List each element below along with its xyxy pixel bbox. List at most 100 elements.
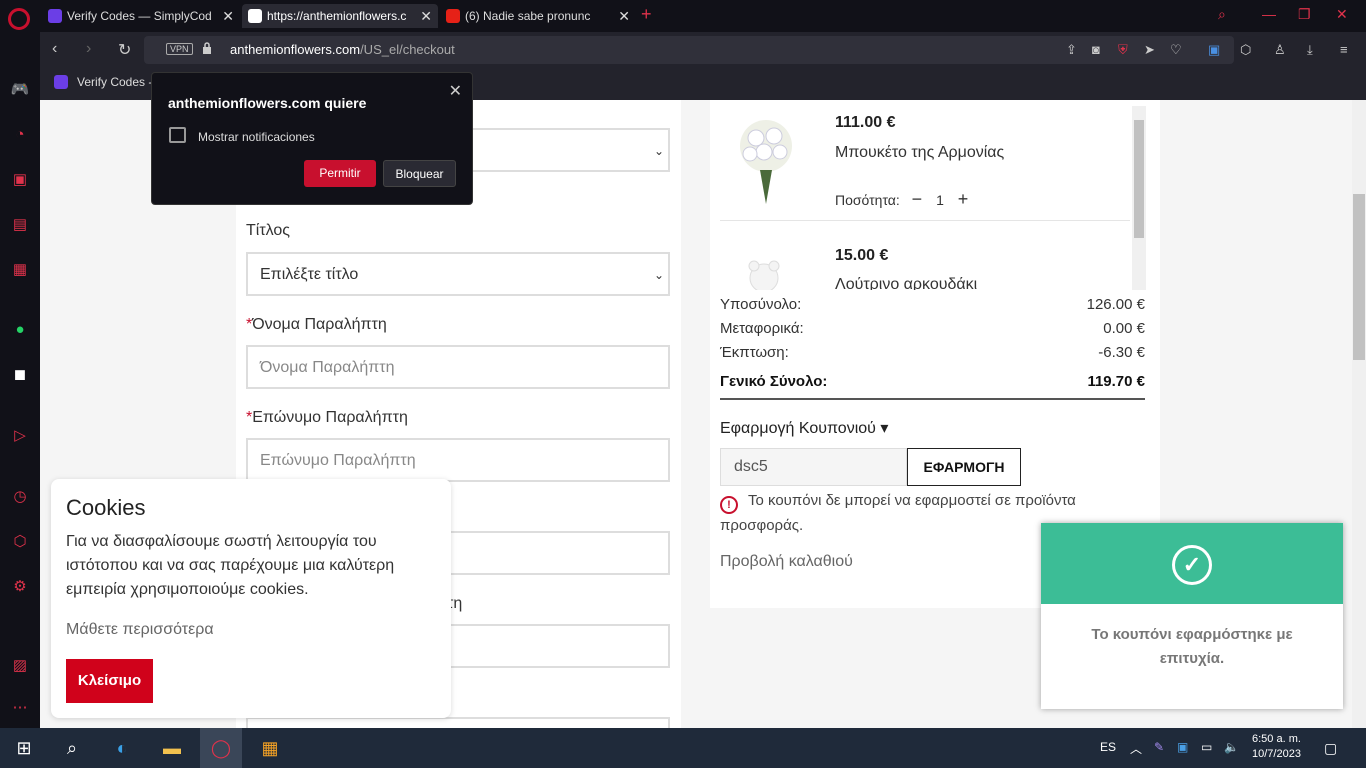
plus-icon[interactable]: + [958, 189, 969, 209]
page-scrollbar-thumb[interactable] [1353, 194, 1365, 360]
player-icon[interactable]: ▷ [10, 426, 30, 446]
reload-icon[interactable]: ↻ [118, 40, 131, 60]
close-tab-icon[interactable]: ✕ [618, 8, 630, 25]
bookmark-verify-codes[interactable]: Verify Codes - [54, 75, 152, 89]
download-icon[interactable]: ⤓ [1307, 42, 1313, 58]
cart-scrollbar[interactable] [1132, 106, 1146, 290]
windows-start-icon[interactable]: ⊞ [12, 736, 36, 760]
cube-icon[interactable]: ⬡ [1240, 42, 1251, 58]
opera-logo-icon[interactable] [8, 8, 30, 30]
send-icon[interactable]: ➤ [1144, 42, 1155, 58]
whatsapp-icon[interactable]: ● [10, 320, 30, 340]
coupon-input[interactable]: dsc5 [720, 448, 907, 486]
clock-time: 6:50 a. m. [1252, 733, 1301, 745]
opera-gx-icon[interactable]: ◯ [209, 736, 233, 760]
simplycodes-icon [54, 75, 68, 89]
total-value: 119.70 € [1087, 373, 1145, 390]
history-icon[interactable]: ◷ [10, 487, 30, 507]
simplycodes-icon [48, 9, 62, 23]
tab-verify-codes[interactable]: Verify Codes — SimplyCod ✕ [42, 4, 240, 28]
text-field[interactable] [246, 717, 670, 728]
extensions-icon[interactable]: ⬡ [10, 532, 30, 552]
address-row: ‹ › ↻ VPN anthemionflowers.com/US_el/che… [40, 32, 1366, 68]
first-name-field[interactable]: Όνομα Παραλήπτη [246, 345, 670, 389]
camera-icon[interactable]: ◙ [1092, 42, 1100, 57]
app-icon[interactable]: ▦ [258, 736, 282, 760]
gamepad-icon[interactable]: 🎮 [10, 80, 30, 100]
more-icon[interactable]: ⋯ [10, 698, 30, 718]
settings-icon[interactable]: ⚙ [10, 577, 30, 597]
file-explorer-icon[interactable]: ▬ [160, 736, 184, 760]
sidebar: 🎮 ◔ ▣ ▤ ▦ ● ◼ ▷ ◷ ⬡ ⚙ ▨ ⋯ [0, 32, 40, 728]
account-icon[interactable]: ♙ [1274, 42, 1286, 58]
minus-icon[interactable]: − [912, 189, 923, 209]
minimize-icon[interactable]: — [1262, 6, 1276, 22]
speed-dial-icon[interactable]: ◔ [10, 125, 30, 145]
first-name-label: *Όνομα Παραλήπτη [246, 316, 387, 333]
first-name-placeholder: Όνομα Παραλήπτη [260, 359, 395, 376]
share-icon[interactable]: ⇪ [1066, 42, 1077, 58]
teddy-bear-image [748, 260, 780, 290]
success-toast: ✓ Το κουπόνι εφαρμόστηκε με επιτυχία. [1041, 523, 1343, 709]
vpn-badge[interactable]: VPN [166, 43, 193, 55]
cpu-icon[interactable]: ▦ [10, 260, 30, 280]
app-tray-icon[interactable]: ▣ [1177, 740, 1188, 754]
search-tabs-icon[interactable]: ⌕ [1218, 6, 1226, 23]
notifications-icon[interactable]: ▢ [1324, 740, 1337, 757]
menu-icon[interactable]: ≡ [1340, 42, 1348, 57]
search-icon[interactable]: ⌕ [60, 736, 84, 760]
clock[interactable]: 6:50 a. m. 10/7/2023 [1252, 732, 1301, 762]
heart-icon[interactable]: ♡ [1170, 42, 1182, 58]
translate-icon[interactable]: ▣ [1208, 42, 1220, 58]
notification-title: anthemionflowers.com quiere [168, 95, 367, 111]
back-icon[interactable]: ‹ [52, 40, 57, 58]
language-indicator[interactable]: ES [1100, 740, 1116, 754]
shield-icon[interactable]: ⛨ [1118, 42, 1128, 58]
new-tab-icon[interactable]: + [641, 4, 652, 25]
discord-icon[interactable]: ◼ [10, 365, 30, 385]
pen-icon[interactable]: ✎ [1154, 740, 1164, 754]
subtotal-value: 126.00 € [1086, 296, 1145, 313]
tab-label: (6) Nadie sabe pronunc [465, 9, 591, 23]
toast-message: Το κουπόνι εφαρμόστηκε με επιτυχία. [1091, 626, 1293, 667]
url-path: /US_el/checkout [360, 42, 455, 57]
volume-icon[interactable]: 🔈 [1224, 740, 1239, 754]
title-select-value: Επιλέξτε τίτλο [260, 266, 359, 283]
total-label: Γενικό Σύνολο: [720, 373, 828, 390]
notification-text: Mostrar notificaciones [198, 130, 315, 144]
gallery-icon[interactable]: ▨ [10, 656, 30, 676]
coupon-toggle[interactable]: Εφαρμογή Κουπονιού ▾ [720, 418, 888, 438]
cart-scrollbar-thumb[interactable] [1134, 120, 1144, 238]
quantity-value: 1 [936, 192, 944, 208]
twitch-icon[interactable]: ▤ [10, 215, 30, 235]
shipping-row: Μεταφορικά: 0.00 € [720, 320, 1145, 337]
close-window-icon[interactable]: ✕ [1336, 6, 1348, 23]
chevron-up-icon[interactable]: ︿ [1130, 740, 1142, 757]
cookies-close-button[interactable]: Κλείσιμο [66, 659, 153, 703]
learn-more-link[interactable]: Μάθετε περισσότερα [66, 621, 214, 639]
view-cart-link[interactable]: Προβολή καλαθιού [720, 553, 853, 571]
last-name-field[interactable]: Επώνυμο Παραλήπτη [246, 438, 670, 482]
network-icon[interactable]: ▭ [1201, 740, 1212, 754]
close-tab-icon[interactable]: ✕ [420, 8, 432, 25]
close-icon[interactable]: ✕ [449, 81, 462, 101]
allow-button[interactable]: Permitir [304, 160, 376, 187]
item-name[interactable]: Μπουκέτο της Αρμονίας [835, 144, 1004, 162]
lock-icon[interactable] [202, 42, 212, 54]
tab-anthemion[interactable]: https://anthemionflowers.c ✕ [242, 4, 438, 28]
error-icon: ! [720, 496, 738, 514]
forward-icon[interactable]: › [86, 40, 91, 58]
discount-row: Έκπτωση: -6.30 € [720, 344, 1145, 361]
close-tab-icon[interactable]: ✕ [222, 8, 234, 25]
title-select[interactable]: Επιλέξτε τίτλο ⌄ [246, 252, 670, 296]
url-text[interactable]: anthemionflowers.com/US_el/checkout [230, 42, 455, 57]
briefcase-icon[interactable]: ▣ [10, 170, 30, 190]
discount-label: Έκπτωση: [720, 344, 789, 361]
maximize-icon[interactable]: ❐ [1298, 6, 1311, 23]
edge-icon[interactable]: ◐ [110, 736, 134, 760]
apply-coupon-button[interactable]: ΕΦΑΡΜΟΓΗ [907, 448, 1021, 486]
tab-youtube[interactable]: (6) Nadie sabe pronunc ✕ [440, 4, 636, 28]
block-button[interactable]: Bloquear [383, 160, 456, 187]
item-name[interactable]: Λούτρινο αρκουδάκι [835, 276, 977, 290]
quantity-stepper: Ποσότητα: − 1 + [835, 189, 968, 210]
